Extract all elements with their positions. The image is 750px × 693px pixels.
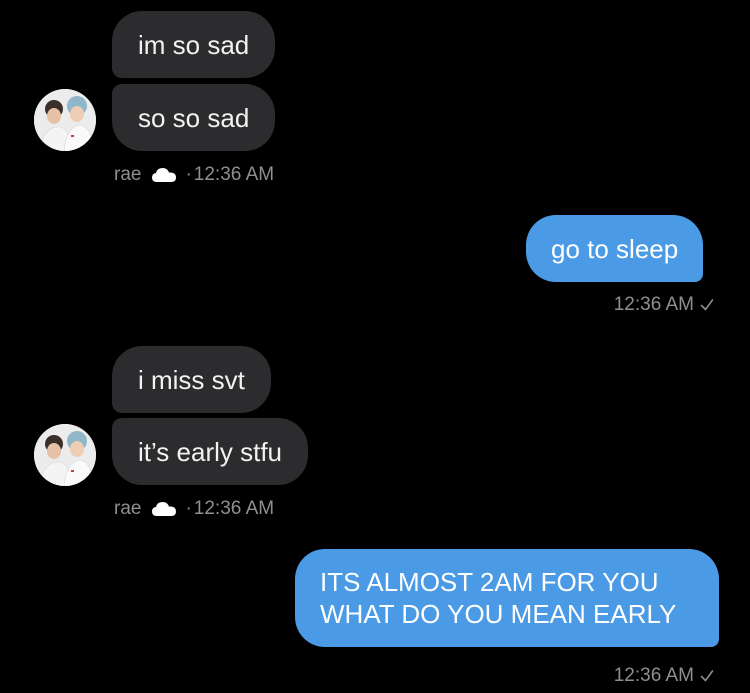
outgoing-message-bubble[interactable]: ITS ALMOST 2AM FOR YOU WHAT DO YOU MEAN … (295, 549, 719, 647)
separator-dot: · (185, 164, 192, 185)
incoming-message-bubble[interactable]: im so sad (112, 11, 276, 78)
check-icon (700, 299, 714, 311)
timestamp: 12:36 AM (613, 665, 694, 686)
incoming-message-bubble[interactable]: it’s early stfu (112, 418, 309, 485)
sender-name: rae (114, 498, 142, 519)
incoming-message-bubble[interactable]: so so sad (112, 84, 276, 151)
outgoing-message-bubble[interactable]: go to sleep (526, 215, 704, 282)
avatar-photo-icon (34, 89, 96, 151)
sender-avatar[interactable] (34, 89, 96, 151)
message-meta: 12:36 AM (614, 665, 714, 687)
sender-name: rae (114, 164, 142, 185)
sender-avatar[interactable] (34, 424, 96, 486)
message-text: go to sleep (551, 233, 679, 264)
message-text: it’s early stfu (138, 436, 283, 467)
message-text: im so sad (138, 29, 250, 60)
message-meta: rae · 12:36 AM (114, 498, 274, 520)
avatar-photo-icon (34, 424, 96, 486)
message-meta: 12:36 AM (614, 294, 714, 316)
cloud-icon (152, 168, 177, 182)
check-icon (700, 670, 714, 682)
separator-dot: · (185, 498, 192, 519)
message-meta: rae · 12:36 AM (114, 164, 274, 186)
message-text: ITS ALMOST 2AM FOR YOU WHAT DO YOU MEAN … (320, 567, 677, 629)
message-text: i miss svt (138, 364, 245, 395)
incoming-message-bubble[interactable]: i miss svt (112, 346, 271, 413)
message-text: so so sad (138, 102, 250, 133)
timestamp: 12:36 AM (193, 498, 275, 519)
timestamp: 12:36 AM (193, 164, 275, 185)
cloud-icon (152, 502, 177, 516)
timestamp: 12:36 AM (613, 294, 694, 315)
